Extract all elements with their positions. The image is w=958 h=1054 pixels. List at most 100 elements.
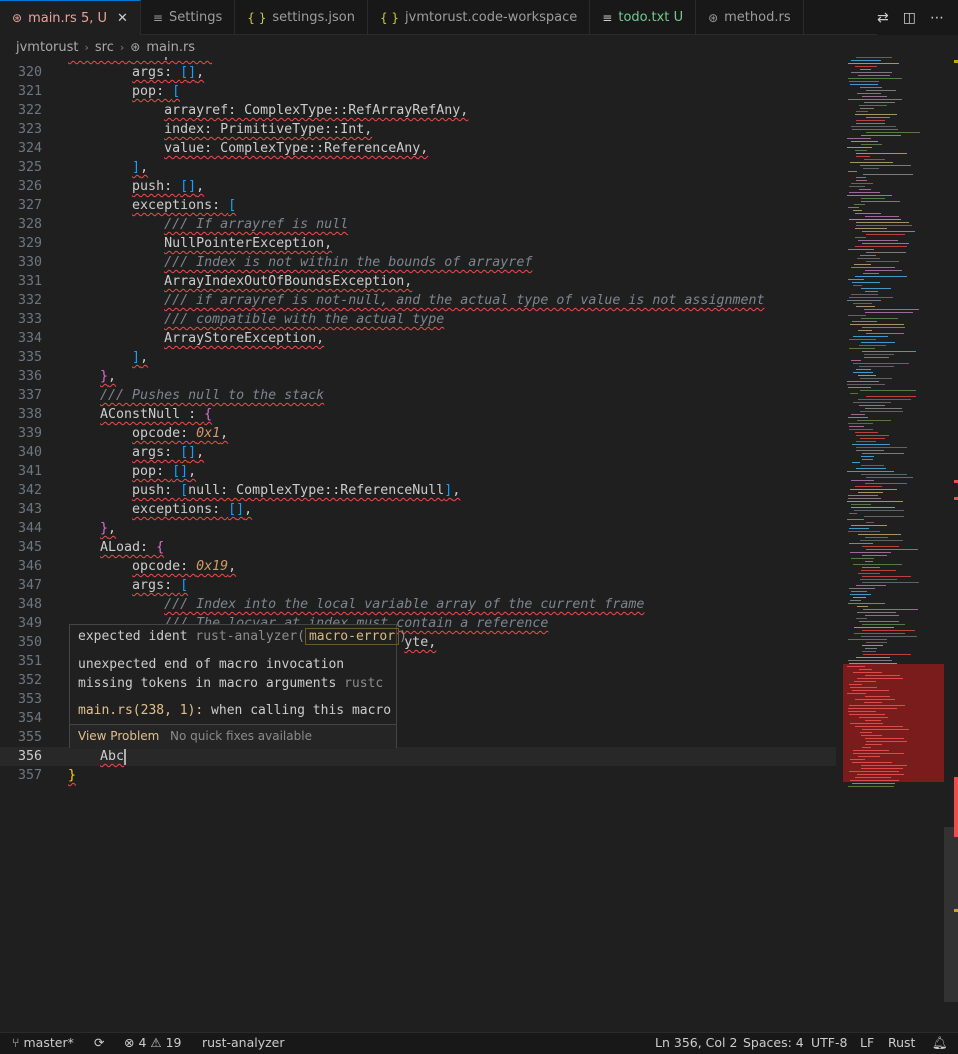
minimap-line xyxy=(865,270,902,271)
minimap-line xyxy=(856,180,867,181)
line-number: 331 xyxy=(17,274,42,289)
minimap-line xyxy=(847,471,894,472)
tab-method-rs[interactable]: ⊛ method.rs xyxy=(696,0,804,35)
line-number: 320 xyxy=(17,65,42,80)
minimap-line xyxy=(848,417,868,418)
minimap-line xyxy=(853,564,902,565)
minimap-line xyxy=(853,210,862,211)
minimap-line xyxy=(851,72,892,73)
sync-icon[interactable]: ⟳ xyxy=(94,1035,104,1050)
minimap-line xyxy=(854,633,905,634)
code-line: 323 index: PrimitiveType::Int, xyxy=(0,120,836,139)
close-icon[interactable]: ✕ xyxy=(117,11,128,26)
line-number: 335 xyxy=(17,350,42,365)
minimap-line xyxy=(866,333,904,334)
minimap-line xyxy=(858,375,876,376)
related-location-link[interactable]: main.rs(238, 1): xyxy=(78,703,203,718)
minimap-line xyxy=(856,447,907,448)
minimap-line xyxy=(861,144,882,145)
minimap-line xyxy=(860,438,885,439)
minimap[interactable] xyxy=(843,57,944,1027)
minimap-line xyxy=(865,744,882,745)
view-problem-link[interactable]: View Problem xyxy=(78,729,159,743)
indentation-status[interactable]: Spaces: 4 xyxy=(743,1035,804,1050)
tab-label: settings.json xyxy=(272,10,355,25)
code-text: index: PrimitiveType::Int, xyxy=(164,122,373,137)
hover-line-3: missing tokens in macro arguments rustc xyxy=(78,676,383,691)
minimap-line xyxy=(852,462,860,463)
minimap-line xyxy=(865,483,907,484)
encoding-status[interactable]: UTF-8 xyxy=(811,1035,847,1050)
editor-actions: ⇄ ◫ ⋯ xyxy=(877,0,958,35)
code-line: 337 /// Pushes null to the stack xyxy=(0,386,836,405)
line-number: 332 xyxy=(17,293,42,308)
minimap-line xyxy=(849,348,875,349)
code-line: 340 args: [], xyxy=(0,443,836,462)
minimap-line xyxy=(861,288,891,289)
tab-label: main.rs xyxy=(28,10,77,26)
minimap-line xyxy=(860,255,876,256)
minimap-line xyxy=(848,171,857,172)
tab-todo-txt[interactable]: ≡ todo.txt U xyxy=(590,0,697,35)
minimap-line xyxy=(851,60,881,61)
code-text: arrayref: ComplexType::RefArrayRefAny, xyxy=(164,103,469,118)
tab-main-rs[interactable]: ⊛ main.rs 5, U ✕ xyxy=(0,0,141,35)
minimap-line xyxy=(849,192,880,193)
scrollbar-thumb[interactable] xyxy=(944,827,958,1002)
minimap-line xyxy=(862,576,911,577)
compare-changes-icon[interactable]: ⇄ xyxy=(877,10,889,26)
code-text: ], xyxy=(132,160,149,175)
minimap-line xyxy=(863,609,918,610)
line-number: 351 xyxy=(17,654,42,669)
more-actions-icon[interactable]: ⋯ xyxy=(930,10,944,26)
minimap-line xyxy=(847,384,885,385)
minimap-line xyxy=(866,477,913,478)
tab-settings[interactable]: ≡ Settings xyxy=(141,0,236,35)
error-code-link[interactable]: macro-error xyxy=(304,628,400,645)
tab-workspace[interactable]: { } jvmtorust.code-workspace xyxy=(368,0,591,35)
hover-source: rustc xyxy=(344,676,384,691)
language-server-status[interactable]: rust-analyzer xyxy=(202,1035,285,1050)
minimap-line xyxy=(853,597,866,598)
breadcrumb-item[interactable]: main.rs xyxy=(146,40,195,55)
minimap-line xyxy=(849,297,893,298)
breadcrumb-item[interactable]: src xyxy=(95,40,114,55)
code-line: 341 pop: [], xyxy=(0,462,836,481)
bell-icon[interactable]: 🔔︎ xyxy=(932,1035,948,1051)
code-editor[interactable]: exceptions 320 args: [],321 pop: [322 ar… xyxy=(0,57,840,1027)
minimap-line xyxy=(849,684,862,685)
code-text: args: [], xyxy=(132,445,205,460)
line-number: 330 xyxy=(17,255,42,270)
minimap-line xyxy=(859,669,872,670)
minimap-line xyxy=(848,639,887,640)
code-text: push: [], xyxy=(132,179,205,194)
eol-status[interactable]: LF xyxy=(860,1035,874,1050)
line-number: 325 xyxy=(17,160,42,175)
code-text: /// Index into the local variable array … xyxy=(164,597,645,612)
minimap-line xyxy=(849,219,901,220)
minimap-line xyxy=(856,123,885,124)
branch-status[interactable]: ⑂ master* xyxy=(12,1035,74,1050)
language-mode[interactable]: Rust xyxy=(888,1035,915,1050)
code-text: pop: [ xyxy=(132,84,181,99)
tab-settings-json[interactable]: { } settings.json xyxy=(235,0,368,35)
cursor-position[interactable]: Ln 356, Col 2 xyxy=(655,1035,737,1050)
tab-badge: U xyxy=(673,10,684,25)
minimap-line xyxy=(864,159,885,160)
minimap-line xyxy=(850,489,897,490)
minimap-line xyxy=(862,459,873,460)
minimap-line xyxy=(865,561,873,562)
breadcrumb-item[interactable]: jvmtorust xyxy=(16,40,78,55)
code-text: args: [ xyxy=(132,578,189,593)
minimap-line xyxy=(851,141,878,142)
overview-ruler-error-mark xyxy=(954,777,958,837)
minimap-line xyxy=(866,132,920,133)
minimap-line xyxy=(866,741,907,742)
minimap-line xyxy=(861,342,895,343)
split-editor-icon[interactable]: ◫ xyxy=(903,10,916,26)
minimap-line xyxy=(866,90,896,91)
minimap-line xyxy=(850,687,877,688)
problems-status[interactable]: ⊗ 4 ⚠ 19 xyxy=(124,1035,182,1050)
vertical-scrollbar[interactable] xyxy=(944,57,958,1027)
minimap-line xyxy=(855,228,887,229)
